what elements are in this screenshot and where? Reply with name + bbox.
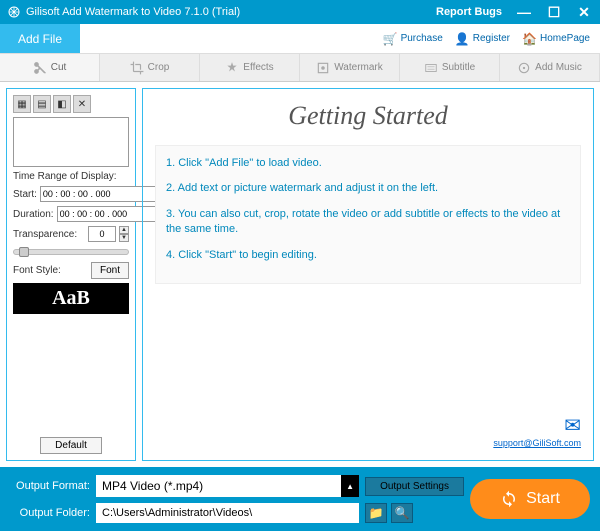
close-button[interactable]: ✕ [576, 4, 592, 21]
font-style-label: Font Style: [13, 265, 61, 276]
tab-watermark[interactable]: Watermark [300, 54, 400, 81]
output-format-label: Output Format: [10, 480, 90, 492]
preview-box [13, 117, 129, 167]
minimize-button[interactable]: — [516, 4, 532, 20]
start-button[interactable]: Start [470, 479, 590, 519]
transparence-slider[interactable] [13, 249, 129, 255]
support-block: ✉ support@GiliSoft.com [155, 413, 581, 448]
topbar: Add File 🛒Purchase 👤Register 🏠HomePage [0, 24, 600, 54]
tool-button-3[interactable]: ◧ [53, 95, 71, 113]
output-settings-button[interactable]: Output Settings [365, 477, 464, 496]
tool-delete-button[interactable]: ✕ [73, 95, 91, 113]
search-icon: 🔍 [395, 506, 410, 520]
sidebar: ▦ ▤ ◧ ✕ Time Range of Display: Start: ▲▼… [6, 88, 136, 461]
homepage-link[interactable]: 🏠HomePage [522, 32, 590, 46]
report-bugs-link[interactable]: Report Bugs [436, 6, 502, 18]
page-title: Getting Started [155, 101, 581, 131]
folder-icon: 📁 [369, 506, 384, 520]
envelope-icon: ✉ [155, 413, 581, 438]
step-2: 2. Add text or picture watermark and adj… [166, 181, 570, 196]
tool-button-2[interactable]: ▤ [33, 95, 51, 113]
step-1: 1. Click "Add File" to load video. [166, 156, 570, 171]
font-preview: AaB [13, 283, 129, 314]
tool-button-1[interactable]: ▦ [13, 95, 31, 113]
duration-label: Duration: [13, 209, 54, 220]
main-panel: Getting Started 1. Click "Add File" to l… [142, 88, 594, 461]
open-folder-button[interactable]: 🔍 [391, 503, 413, 523]
start-label: Start: [13, 189, 37, 200]
default-button[interactable]: Default [40, 437, 102, 454]
step-4: 4. Click "Start" to begin editing. [166, 248, 570, 263]
app-title: Gilisoft Add Watermark to Video 7.1.0 (T… [26, 6, 240, 18]
add-file-button[interactable]: Add File [0, 24, 80, 53]
browse-folder-button[interactable]: 📁 [365, 503, 387, 523]
tab-add-music[interactable]: Add Music [500, 54, 600, 81]
time-range-label: Time Range of Display: [13, 171, 129, 182]
tab-subtitle[interactable]: Subtitle [400, 54, 500, 81]
user-icon: 👤 [455, 32, 470, 46]
tab-effects[interactable]: Effects [200, 54, 300, 81]
home-icon: 🏠 [522, 32, 537, 46]
tab-crop[interactable]: Crop [100, 54, 200, 81]
transparence-label: Transparence: [13, 229, 77, 240]
font-button[interactable]: Font [91, 262, 129, 279]
titlebar: Gilisoft Add Watermark to Video 7.1.0 (T… [0, 0, 600, 24]
step-3: 3. You can also cut, crop, rotate the vi… [166, 207, 570, 238]
maximize-button[interactable]: ☐ [546, 4, 562, 21]
tab-cut[interactable]: Cut [0, 54, 100, 81]
bottombar: Output Format: MP4 Video (*.mp4) ▲ Outpu… [0, 467, 600, 531]
chevron-up-icon: ▲ [341, 475, 359, 497]
output-format-select[interactable]: MP4 Video (*.mp4) ▲ [96, 475, 359, 497]
cart-icon: 🛒 [383, 32, 398, 46]
purchase-link[interactable]: 🛒Purchase [383, 32, 443, 46]
output-folder-input[interactable] [96, 503, 359, 523]
transparence-spinner[interactable]: ▲▼ [119, 226, 129, 242]
transparence-input[interactable] [88, 226, 116, 242]
register-link[interactable]: 👤Register [455, 32, 510, 46]
support-email-link[interactable]: support@GiliSoft.com [493, 438, 581, 448]
app-icon [8, 6, 20, 18]
output-folder-label: Output Folder: [10, 507, 90, 519]
refresh-icon [500, 490, 518, 508]
tabbar: Cut Crop Effects Watermark Subtitle Add … [0, 54, 600, 82]
instructions: 1. Click "Add File" to load video. 2. Ad… [155, 145, 581, 284]
